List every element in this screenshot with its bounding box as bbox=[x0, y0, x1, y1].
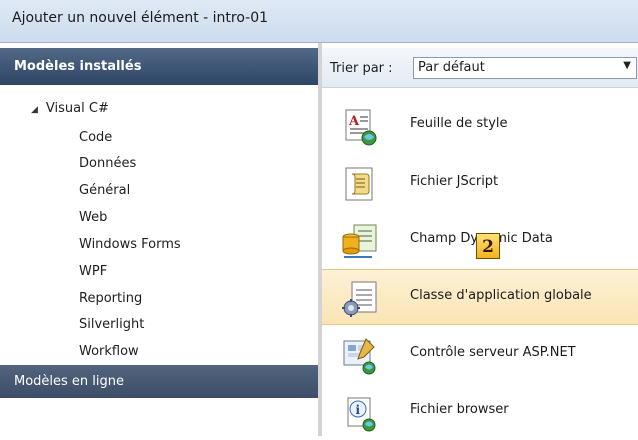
dynamic-data-icon bbox=[342, 224, 377, 258]
tree-item-general[interactable]: Général bbox=[79, 181, 130, 201]
sort-toolbar: Trier par : Par défaut ▼ bbox=[322, 48, 638, 88]
tree-item-web[interactable]: Web bbox=[79, 208, 107, 228]
tree-root-label: Visual C# bbox=[45, 101, 109, 116]
template-name: Contrôle serveur ASP.NET bbox=[410, 345, 576, 360]
tree-item-donnees[interactable]: Données bbox=[79, 154, 136, 174]
step-number-badge: 2 bbox=[476, 233, 500, 259]
template-item-browser-file[interactable]: i Fichier browser bbox=[322, 384, 638, 440]
stylesheet-icon: A bbox=[345, 109, 377, 146]
server-control-icon bbox=[343, 338, 376, 375]
template-name: Classe d'application globale bbox=[410, 288, 592, 303]
tree-item-code[interactable]: Code bbox=[79, 128, 112, 148]
svg-text:i: i bbox=[356, 403, 361, 417]
sort-dropdown[interactable]: Par défaut ▼ bbox=[413, 57, 637, 79]
tree-item-silverlight[interactable]: Silverlight bbox=[79, 315, 144, 335]
tree-item-wpf[interactable]: WPF bbox=[79, 262, 107, 282]
global-app-class-icon bbox=[342, 281, 377, 317]
window-titlebar: Ajouter un nouvel élément - intro-01 bbox=[0, 0, 638, 43]
sort-selected-value: Par défaut bbox=[418, 60, 485, 75]
template-name: Fichier browser bbox=[410, 402, 509, 417]
browser-file-icon: i bbox=[347, 397, 376, 432]
installed-templates-header[interactable]: Modèles installés bbox=[0, 48, 318, 85]
online-templates-header[interactable]: Modèles en ligne bbox=[0, 365, 318, 398]
dropdown-arrow-icon[interactable]: ▼ bbox=[623, 60, 631, 71]
tree-item-windows-forms[interactable]: Windows Forms bbox=[79, 235, 181, 255]
installed-templates-panel: Modèles installés ◢ Visual C# Code Donnée… bbox=[0, 43, 322, 436]
template-name: Feuille de style bbox=[410, 116, 508, 131]
svg-text:A: A bbox=[348, 114, 360, 129]
tree-item-workflow[interactable]: Workflow bbox=[79, 342, 139, 362]
template-item-server-control[interactable]: Contrôle serveur ASP.NET bbox=[322, 327, 638, 383]
expand-triangle-icon[interactable]: ◢ bbox=[31, 105, 38, 115]
template-name: Fichier JScript bbox=[410, 174, 499, 189]
tree-item-reporting[interactable]: Reporting bbox=[79, 289, 142, 309]
template-item-stylesheet[interactable]: A Feuille de style bbox=[322, 98, 638, 154]
template-item-jscript[interactable]: Fichier JScript bbox=[322, 156, 638, 212]
window-title: Ajouter un nouvel élément - intro-01 bbox=[12, 10, 269, 26]
template-item-global-app-class[interactable]: Classe d'application globale bbox=[322, 269, 638, 325]
sort-label: Trier par : bbox=[330, 61, 393, 76]
tree-root-visual-csharp[interactable]: ◢ Visual C# bbox=[31, 101, 109, 121]
jscript-file-icon bbox=[345, 167, 373, 201]
